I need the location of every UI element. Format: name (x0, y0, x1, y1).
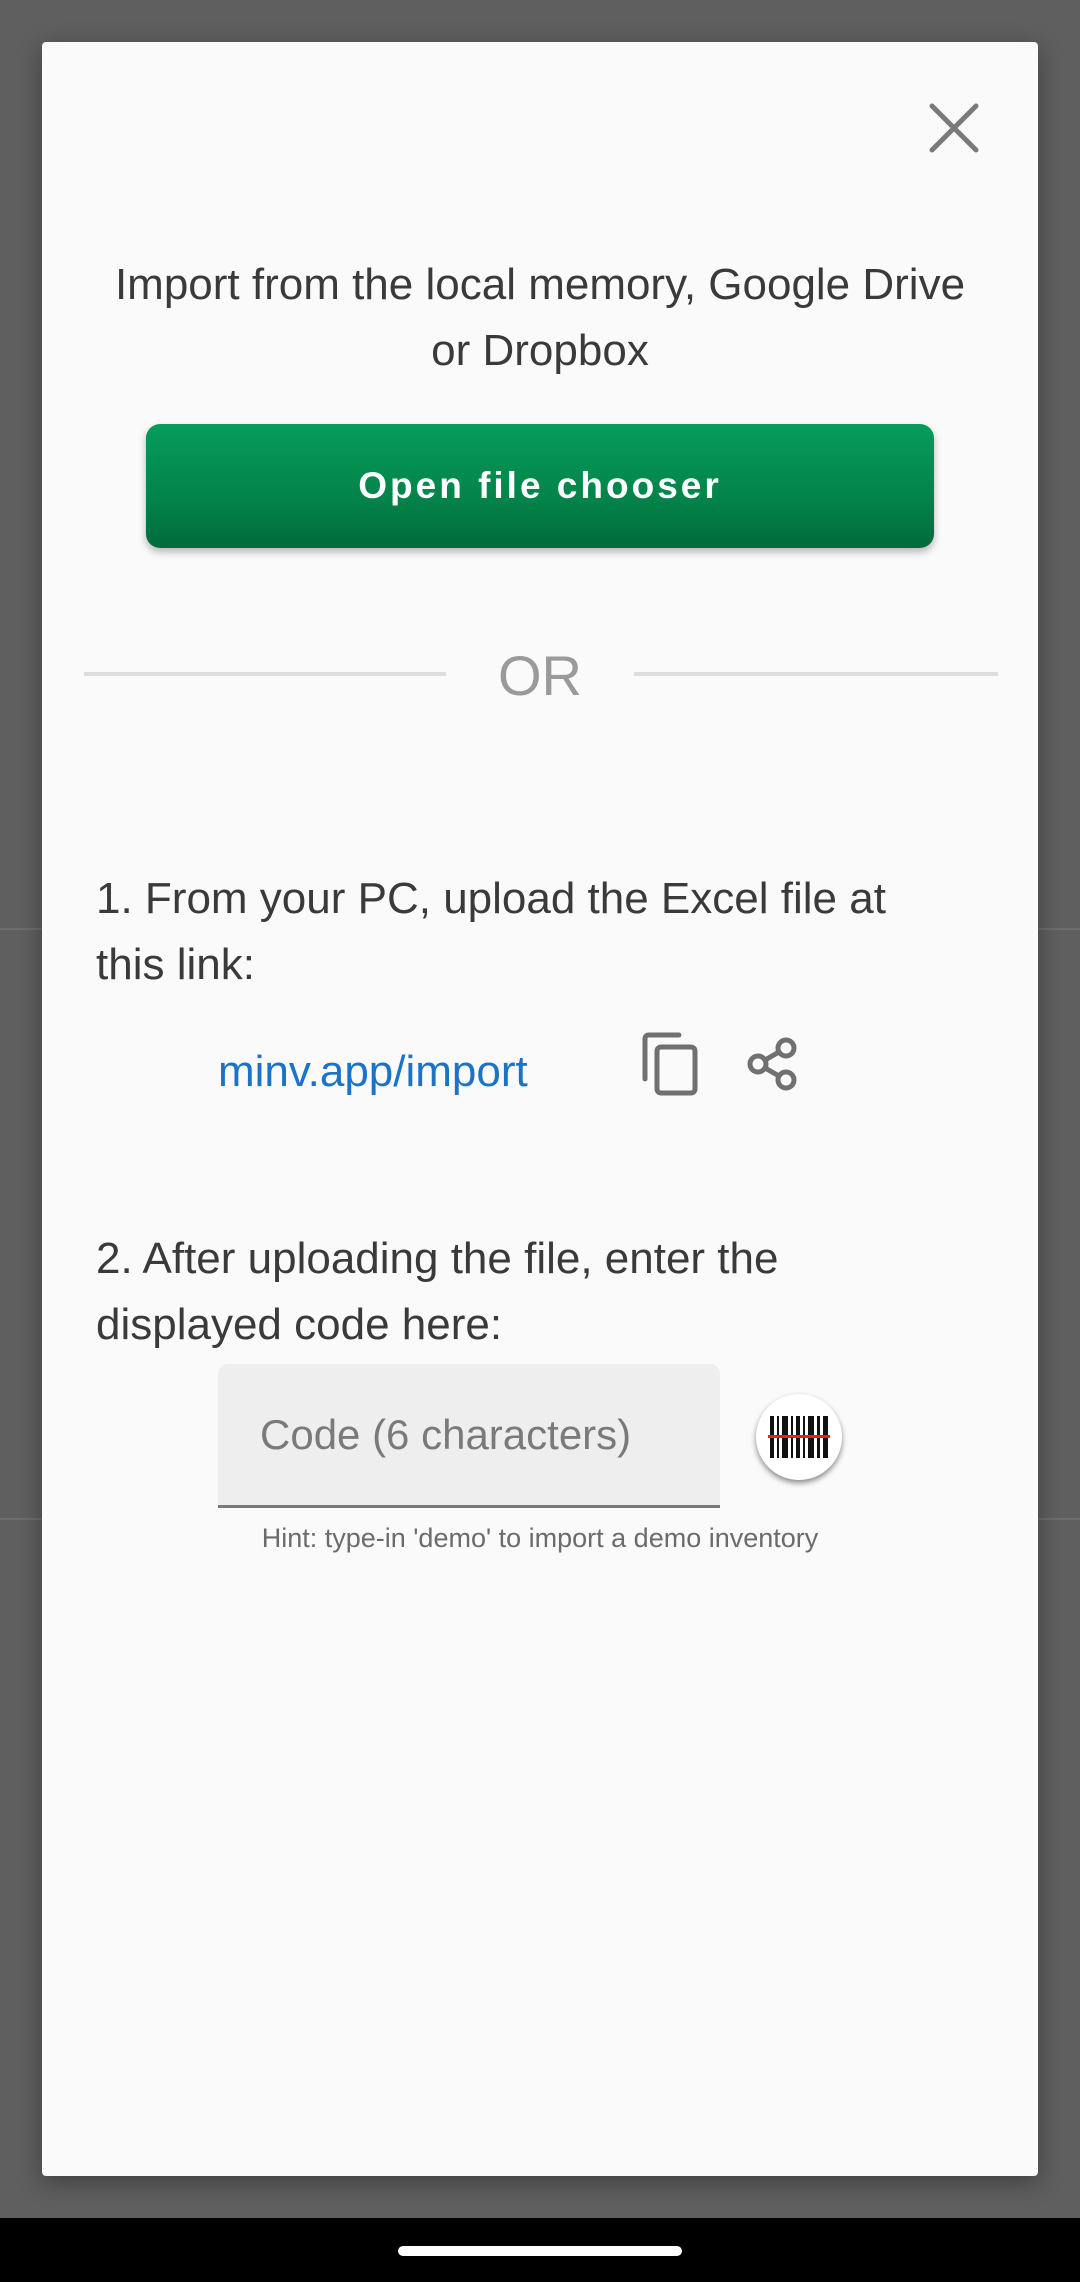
step-1-text: 1. From your PC, upload the Excel file a… (96, 866, 976, 998)
share-icon (747, 1037, 797, 1091)
intro-line-1: Import from the local memory, Google Dri… (114, 260, 966, 309)
intro-line-2: or Dropbox (431, 326, 649, 375)
import-dialog: Import from the local memory, Google Dri… (42, 42, 1038, 2176)
scan-barcode-button[interactable] (756, 1394, 842, 1480)
copy-link-button[interactable] (630, 1024, 710, 1104)
close-button[interactable] (912, 86, 996, 170)
or-divider-left (84, 672, 446, 676)
step-1-line-1: 1. From your PC, upload the Excel file a… (96, 874, 886, 923)
barcode-scan-icon (768, 1416, 830, 1458)
step-2-line-1: 2. After uploading the file, enter the (96, 1234, 779, 1283)
open-file-chooser-label: Open file chooser (358, 465, 722, 506)
share-link-button[interactable] (732, 1024, 812, 1104)
open-file-chooser-button[interactable]: Open file chooser (146, 424, 934, 548)
code-input[interactable] (218, 1364, 720, 1505)
step-1-line-2: this link: (96, 940, 255, 989)
demo-hint: Hint: type-in 'demo' to import a demo in… (261, 1523, 819, 1553)
import-instructions: Import from the local memory, Google Dri… (82, 252, 998, 384)
or-divider-label: OR (498, 644, 582, 707)
or-divider-right (634, 672, 998, 676)
code-field[interactable] (218, 1364, 720, 1508)
copy-icon (642, 1032, 698, 1096)
home-gesture-handle[interactable] (398, 2246, 682, 2256)
step-2-line-2: displayed code here: (96, 1300, 503, 1349)
step-2-text: 2. After uploading the file, enter the d… (96, 1226, 976, 1358)
close-icon (929, 103, 979, 153)
import-link[interactable]: minv.app/import (218, 1042, 528, 1102)
